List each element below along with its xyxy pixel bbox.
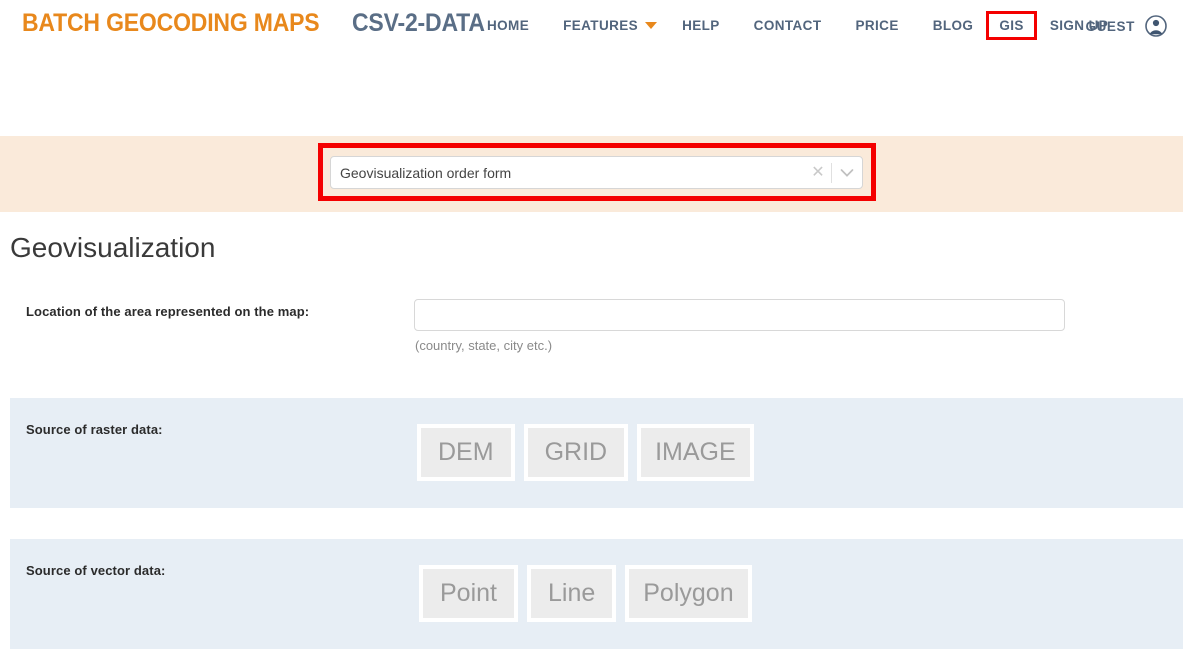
chevron-down-icon (645, 22, 658, 29)
vector-source-label: Source of vector data: (26, 563, 166, 578)
user-name-label: GUEST (1085, 18, 1135, 34)
raster-option-grid[interactable]: GRID (523, 424, 629, 481)
field-row-location: Location of the area represented on the … (10, 283, 1183, 368)
nav-item-home[interactable]: HOME (470, 16, 546, 35)
vector-source-options: Point Line Polygon (419, 565, 752, 622)
vector-option-polygon[interactable]: Polygon (625, 565, 752, 622)
nav-item-label: PRICE (855, 18, 899, 33)
nav-item-contact[interactable]: CONTACT (737, 16, 839, 35)
nav-item-gis[interactable]: GIS (986, 11, 1037, 40)
site-header: BATCH GEOCODING MAPS CSV-2-DATA HOME FEA… (0, 0, 1183, 55)
location-field-hint: (country, state, city etc.) (415, 338, 553, 353)
location-field-label: Location of the area represented on the … (26, 304, 310, 319)
location-input[interactable] (414, 299, 1065, 331)
user-account-icon[interactable] (1145, 15, 1167, 37)
nav-item-help[interactable]: HELP (665, 16, 737, 35)
order-form-select-value: Geovisualization order form (340, 164, 512, 181)
nav-item-label: CONTACT (753, 18, 822, 33)
close-icon[interactable]: ✕ (805, 164, 831, 181)
nav-item-blog[interactable]: BLOG (916, 16, 991, 35)
vector-option-point[interactable]: Point (419, 565, 518, 622)
chevron-down-icon[interactable] (832, 168, 862, 178)
logo-text-secondary: CSV-2-DATA (352, 9, 485, 37)
nav-item-features[interactable]: FEATURES (546, 16, 665, 35)
nav-item-label: HOME (487, 18, 530, 33)
nav-item-label: BLOG (932, 18, 974, 33)
site-logo[interactable]: BATCH GEOCODING MAPS CSV-2-DATA (22, 11, 496, 36)
main-navigation: HOME FEATURES HELP CONTACT PRICE BLOG GI… (470, 11, 1125, 40)
nav-item-label: GIS (999, 18, 1024, 33)
field-row-vector-source: Source of vector data: Point Line Polygo… (10, 539, 1183, 649)
user-account-area[interactable]: GUEST (1085, 15, 1167, 37)
nav-item-label: FEATURES (563, 18, 639, 33)
nav-item-label: HELP (682, 18, 720, 33)
raster-source-label: Source of raster data: (26, 422, 163, 437)
page-title: Geovisualization (10, 232, 216, 263)
vector-option-line[interactable]: Line (526, 565, 617, 622)
raster-source-options: DEM GRID IMAGE (417, 424, 754, 481)
raster-option-image[interactable]: IMAGE (637, 424, 754, 481)
order-form-select[interactable]: Geovisualization order form ✕ (330, 156, 863, 189)
nav-item-price[interactable]: PRICE (838, 16, 915, 35)
logo-text-primary: BATCH GEOCODING MAPS (22, 9, 320, 37)
raster-option-dem[interactable]: DEM (417, 424, 515, 481)
field-row-raster-source: Source of raster data: DEM GRID IMAGE (10, 398, 1183, 508)
